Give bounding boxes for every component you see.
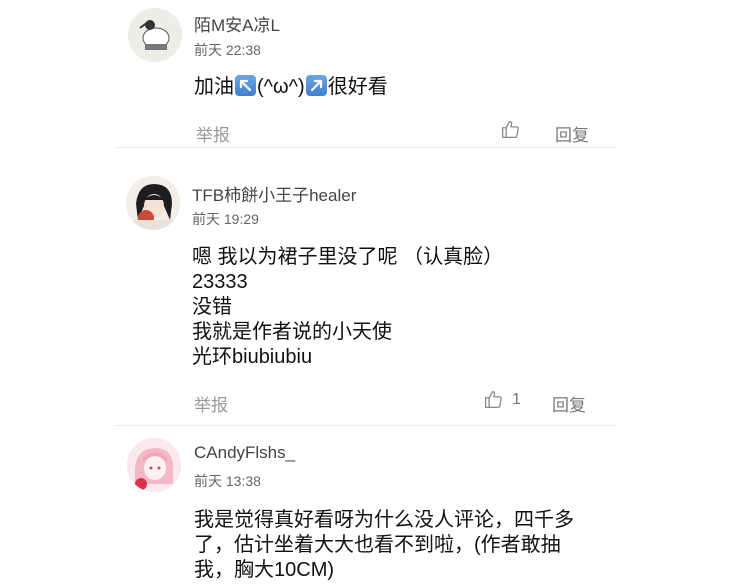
avatar[interactable] [127,438,181,492]
comment-text: (^ω^) [257,76,305,98]
comment-content: 加油 (^ω^) 很好看 [194,75,388,100]
report-button[interactable]: 举报 [194,391,228,416]
comment-line: 嗯 我以为裙子里没了呢 （认真脸） [192,246,504,268]
arrow-up-right-icon [305,75,327,96]
username[interactable]: TFB柿餅小王子healer [192,181,356,206]
comment-line: 了，估计坐着大大也看不到啦，(作者敢抽 [194,534,561,556]
comment-line: 23333 [192,271,248,293]
thumbs-up-icon [501,120,519,139]
arrow-up-left-icon [235,75,256,96]
comment-content: 嗯 我以为裙子里没了呢 （认真脸） 23333 没错 我就是作者说的小天使 光环… [192,245,503,370]
comment-content: 我是觉得真好看呀为什么没人评论，四千多 了，估计坐着大大也看不到啦，(作者敢抽 … [194,508,574,583]
like-count: 1 [512,390,521,408]
divider [116,425,616,426]
username[interactable]: CAndyFlshs_ [194,443,295,463]
username[interactable]: 陌M安A凉L [194,11,280,36]
comment-line: 我，胸大10CM) [194,559,335,581]
avatar[interactable] [128,8,182,62]
comment-line: 我是觉得真好看呀为什么没人评论，四千多 [194,509,574,531]
like-button[interactable] [500,119,521,140]
reply-button[interactable]: 回复 [552,391,586,416]
thumbs-up-icon [484,390,502,409]
timestamp: 前天 19:29 [192,211,259,227]
timestamp: 前天 22:38 [194,42,261,58]
like-button[interactable]: 1 [483,389,521,410]
divider [116,147,616,148]
reply-button[interactable]: 回复 [555,121,589,146]
comment-text: 加油 [194,76,234,98]
timestamp: 前天 13:38 [194,473,261,489]
avatar[interactable] [126,176,180,230]
comment-line: 光环biubiubiu [192,346,313,368]
comment-text: 很好看 [327,76,388,98]
comment-line: 我就是作者说的小天使 [192,321,392,343]
comment-line: 没错 [192,296,232,318]
report-button[interactable]: 举报 [196,121,230,146]
